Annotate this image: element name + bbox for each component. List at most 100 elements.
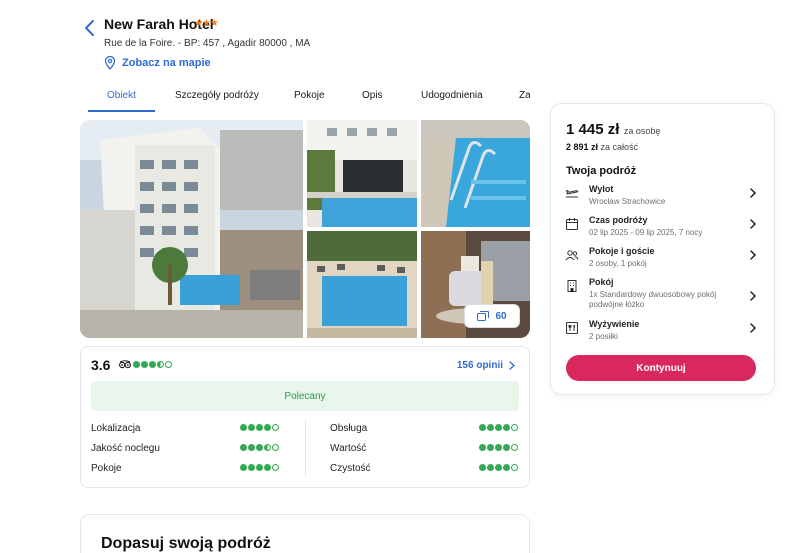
see-on-map-link[interactable]: Zobacz na mapie	[104, 56, 211, 70]
rating-dot	[511, 424, 518, 431]
tab-opis[interactable]: Opis	[362, 90, 383, 101]
tab-udogodnienia[interactable]: Udogodnienia	[421, 90, 483, 101]
category-label: Jakość noclegu	[91, 443, 160, 454]
rating-dot	[240, 444, 247, 451]
hotel-main-photo[interactable]	[80, 120, 303, 338]
rating-dot	[495, 464, 502, 471]
your-trip-title: Twoja podróż	[566, 165, 637, 177]
tab-szczegoly-podrozy[interactable]: Szczegóły podróży	[175, 90, 259, 101]
category-rating-dots	[240, 464, 279, 471]
trip-row-subtitle: Wrocław Strachowice	[589, 197, 666, 206]
tab-za[interactable]: Za	[519, 90, 530, 101]
rating-dot	[141, 361, 148, 368]
photos-icon	[477, 311, 490, 321]
tab-pokoje[interactable]: Pokoje	[294, 90, 325, 101]
star-rating: ★★★	[194, 18, 219, 29]
category-rating-dots	[240, 444, 279, 451]
continue-button[interactable]: Kontynuuj	[566, 355, 756, 381]
rating-dot	[511, 464, 518, 471]
pool-view-photo[interactable]	[307, 120, 417, 227]
category-rating-dots	[479, 424, 518, 431]
trip-row-title: Pokoje i goście	[589, 246, 655, 256]
meal-icon	[566, 322, 578, 334]
photo-count-button[interactable]: 60	[464, 304, 520, 328]
rating-dot	[272, 424, 279, 431]
category-label: Wartość	[330, 443, 367, 454]
rating-dot	[487, 424, 494, 431]
rating-dot	[240, 424, 247, 431]
rating-dot	[272, 444, 279, 451]
categories-divider	[305, 419, 306, 477]
rating-dot	[264, 444, 271, 451]
category-label: Pokoje	[91, 463, 122, 474]
category-rating-dots	[240, 424, 279, 431]
booking-summary: 1 445 zł za osobę 2 891 zł za całość Two…	[550, 103, 775, 395]
category-rating-dots	[479, 444, 518, 451]
building-icon	[567, 280, 577, 292]
chevron-right-icon	[509, 361, 515, 370]
rating-dot	[272, 464, 279, 471]
plane-icon	[566, 190, 579, 198]
customize-trip-title: Dopasuj swoją podróż	[101, 535, 271, 552]
rating-dot	[503, 424, 510, 431]
reviews-link[interactable]: 156 opinii	[457, 360, 515, 371]
tripadvisor-icon	[119, 360, 131, 369]
active-tab-indicator	[88, 110, 155, 112]
rating-dot	[503, 464, 510, 471]
price-amount: 1 445 zł	[566, 121, 620, 138]
trip-row-title: Pokój	[589, 277, 614, 287]
people-icon	[565, 250, 579, 261]
category-label: Obsługa	[330, 423, 368, 434]
rating-dot	[165, 361, 172, 368]
rating-dot	[149, 361, 156, 368]
price-total: 2 891 zł za całość	[566, 142, 638, 152]
tripadvisor-rating-dots	[133, 361, 172, 368]
trip-row-subtitle: 1x Standardowy dwuosobowy pokój podwójne…	[589, 290, 717, 309]
rating-dot	[133, 361, 140, 368]
chevron-right-icon	[750, 291, 757, 301]
rating-dot	[256, 464, 263, 471]
recommended-badge: Polecany	[91, 381, 519, 411]
category-rating-dots	[479, 464, 518, 471]
rating-dot	[157, 361, 164, 368]
trip-row-title: Czas podróży	[589, 215, 648, 225]
back-arrow-icon[interactable]	[82, 18, 98, 38]
price-per-label: za osobę	[623, 126, 661, 136]
chevron-right-icon	[750, 219, 757, 229]
chevron-right-icon	[750, 323, 757, 333]
category-label: Lokalizacja	[91, 423, 141, 434]
rating-dot	[240, 464, 247, 471]
chevron-right-icon	[750, 250, 757, 260]
trip-row-title: Wyżywienie	[589, 319, 640, 329]
rating-dot	[248, 464, 255, 471]
rating-dot	[495, 424, 502, 431]
rating-dot	[248, 444, 255, 451]
rating-dot	[256, 444, 263, 451]
rating-dot	[511, 444, 518, 451]
trip-row-subtitle: 02 lip 2025 - 09 lip 2025, 7 nocy	[589, 228, 703, 237]
location-pin-icon	[104, 56, 116, 70]
total-amount: 2 891 zł	[566, 142, 599, 152]
rating-dot	[264, 464, 271, 471]
rating-dot	[256, 424, 263, 431]
pool-ladder-photo[interactable]	[421, 120, 530, 227]
category-label: Czystość	[330, 463, 371, 474]
rating-dot	[503, 444, 510, 451]
price-per-person: 1 445 zł za osobę	[566, 121, 660, 139]
photo-count: 60	[495, 310, 507, 322]
rating-dot	[479, 444, 486, 451]
photo-gallery: 60	[80, 120, 530, 338]
pool-aerial-photo[interactable]	[307, 231, 417, 338]
rating-dot	[495, 444, 502, 451]
tab-obiekt[interactable]: Obiekt	[107, 90, 136, 101]
total-label: za całość	[600, 142, 639, 152]
chevron-right-icon	[750, 188, 757, 198]
rating-dot	[487, 464, 494, 471]
rating-dot	[248, 424, 255, 431]
hotel-address: Rue de la Foire. - BP: 457 , Agadir 8000…	[104, 38, 311, 49]
rating-dot	[479, 424, 486, 431]
section-tabs: Obiekt Szczegóły podróży Pokoje Opis Udo…	[88, 84, 530, 112]
see-on-map-label: Zobacz na mapie	[122, 57, 211, 69]
trip-row-subtitle: 2 posiłki	[589, 332, 618, 341]
reviews-card: 3.6 156 opinii Polecany Lokalizacja Jako…	[80, 346, 530, 488]
